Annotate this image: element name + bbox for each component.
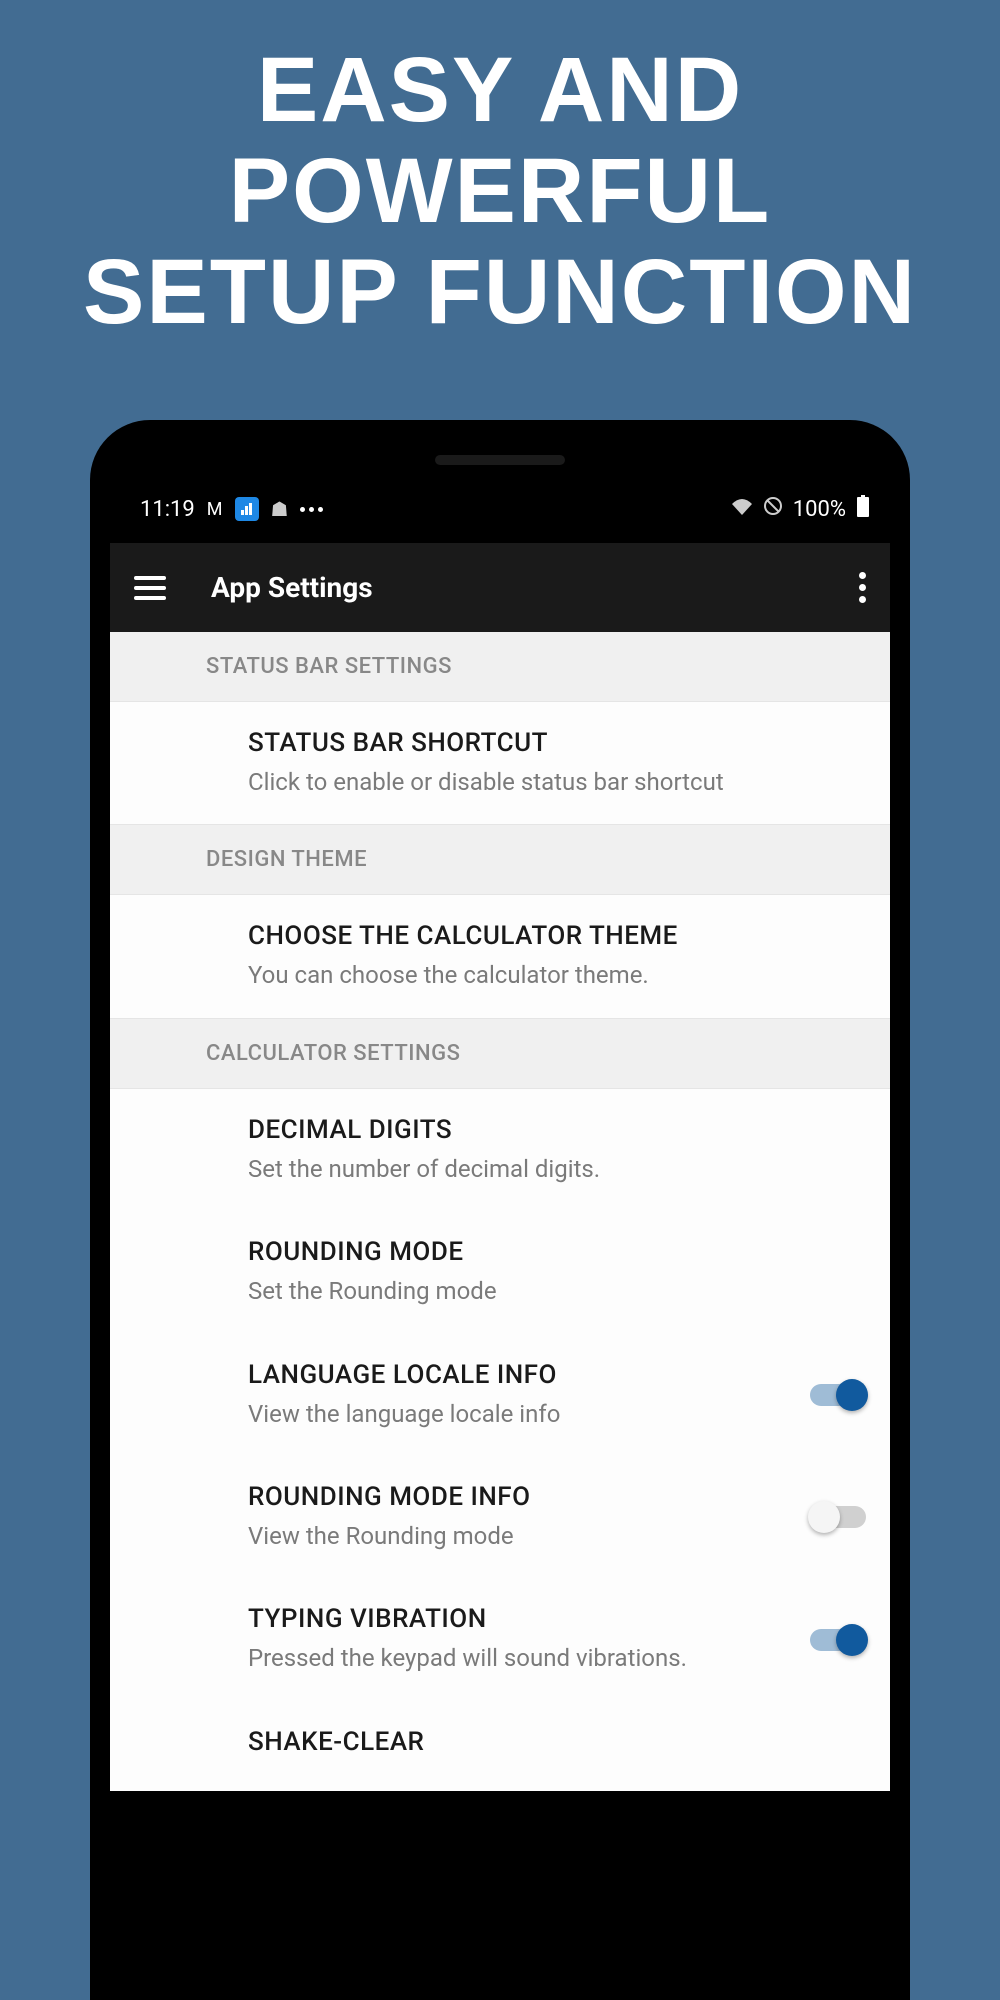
setting-desc: Set the number of decimal digits. — [248, 1153, 866, 1185]
setting-desc: Set the Rounding mode — [248, 1275, 866, 1307]
setting-desc: Pressed the keypad will sound vibrations… — [248, 1642, 866, 1674]
setting-language-locale[interactable]: LANGUAGE LOCALE INFO View the language l… — [110, 1334, 890, 1456]
setting-desc: You can choose the calculator theme. — [248, 959, 866, 991]
status-time: 11:19 — [140, 497, 195, 522]
setting-title: CHOOSE THE CALCULATOR THEME — [248, 921, 866, 951]
setting-decimal-digits[interactable]: DECIMAL DIGITS Set the number of decimal… — [110, 1089, 890, 1211]
phone-speaker — [435, 455, 565, 465]
app-title: App Settings — [211, 571, 859, 604]
hamburger-menu-icon[interactable] — [134, 576, 166, 600]
more-notifications-icon — [300, 507, 323, 512]
app-icon: ☗ — [271, 497, 289, 521]
gmail-icon: M — [207, 499, 223, 520]
settings-list: STATUS BAR SETTINGS STATUS BAR SHORTCUT … — [110, 632, 890, 1791]
no-signal-icon — [763, 496, 783, 522]
overflow-menu-icon[interactable] — [859, 572, 866, 603]
setting-title: SHAKE-CLEAR — [248, 1727, 866, 1757]
setting-desc: View the language locale info — [248, 1398, 866, 1430]
toggle-typing-vibration[interactable] — [810, 1629, 866, 1651]
android-status-bar: 11:19 M ☗ 100% — [110, 485, 890, 543]
setting-choose-theme[interactable]: CHOOSE THE CALCULATOR THEME You can choo… — [110, 895, 890, 1018]
toggle-language-locale[interactable] — [810, 1384, 866, 1406]
battery-percentage: 100% — [793, 497, 846, 522]
promo-headline: EASY AND POWERFUL SETUP FUNCTION — [0, 0, 1000, 344]
wifi-icon — [731, 497, 753, 522]
section-status-bar: STATUS BAR SETTINGS — [110, 632, 890, 702]
setting-title: STATUS BAR SHORTCUT — [248, 728, 866, 758]
setting-status-bar-shortcut[interactable]: STATUS BAR SHORTCUT Click to enable or d… — [110, 702, 890, 825]
analytics-icon — [235, 497, 259, 521]
setting-typing-vibration[interactable]: TYPING VIBRATION Pressed the keypad will… — [110, 1578, 890, 1700]
app-header: App Settings — [110, 543, 890, 632]
toggle-rounding-info[interactable] — [810, 1506, 866, 1528]
section-design-theme: DESIGN THEME — [110, 825, 890, 895]
setting-desc: View the Rounding mode — [248, 1520, 866, 1552]
headline-line-2: SETUP FUNCTION — [83, 241, 917, 343]
setting-title: DECIMAL DIGITS — [248, 1115, 866, 1145]
setting-title: ROUNDING MODE — [248, 1237, 866, 1267]
setting-title: TYPING VIBRATION — [248, 1604, 866, 1634]
phone-frame: 11:19 M ☗ 100% App Settings — [90, 420, 910, 2000]
setting-desc: Click to enable or disable status bar sh… — [248, 766, 866, 798]
battery-icon — [856, 495, 870, 523]
setting-rounding-mode[interactable]: ROUNDING MODE Set the Rounding mode — [110, 1211, 890, 1333]
setting-shake-clear[interactable]: SHAKE-CLEAR — [110, 1701, 890, 1791]
setting-rounding-info[interactable]: ROUNDING MODE INFO View the Rounding mod… — [110, 1456, 890, 1578]
headline-line-1: EASY AND POWERFUL — [229, 39, 771, 242]
setting-title: LANGUAGE LOCALE INFO — [248, 1360, 866, 1390]
setting-title: ROUNDING MODE INFO — [248, 1482, 866, 1512]
section-calculator-settings: CALCULATOR SETTINGS — [110, 1019, 890, 1089]
